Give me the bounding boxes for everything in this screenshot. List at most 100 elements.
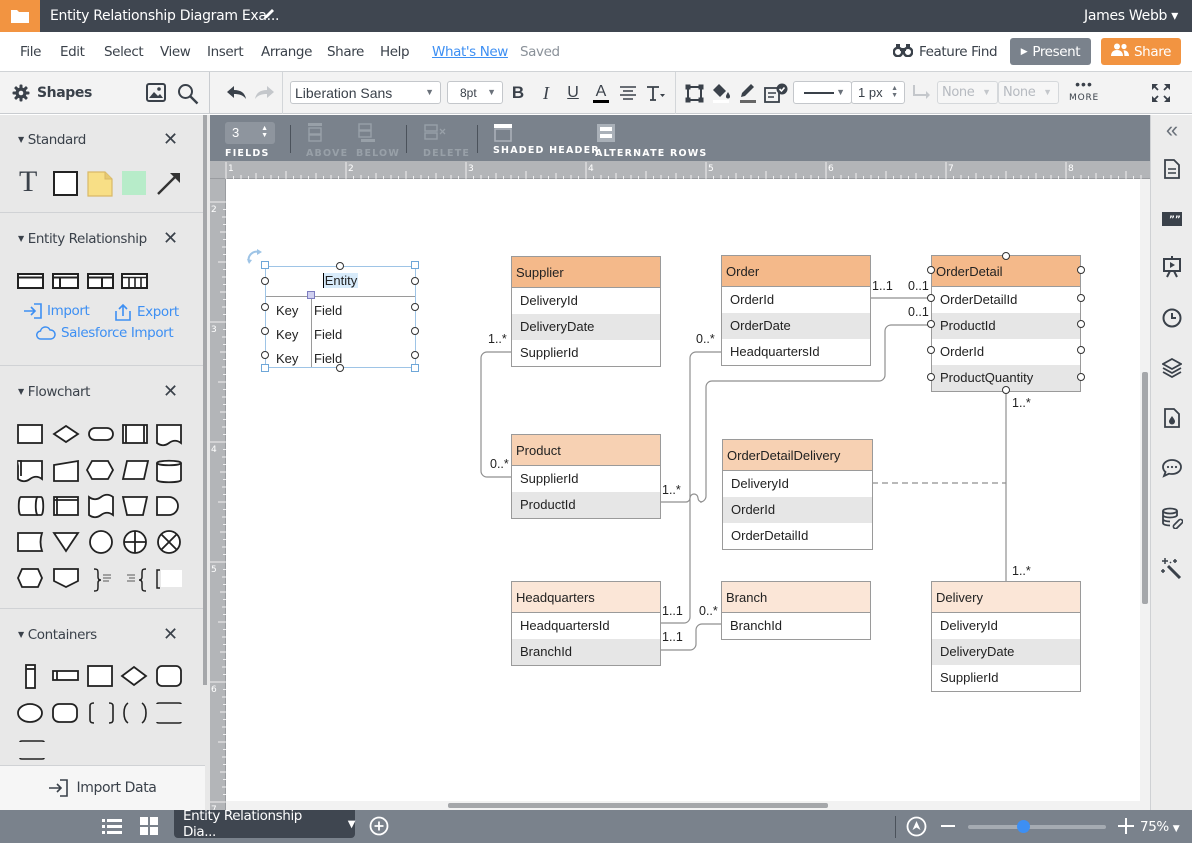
rename-pencil-icon[interactable] <box>262 7 276 24</box>
line-width-stepper[interactable]: 1 px ▲ ▼ <box>851 81 905 104</box>
page-tab[interactable]: Entity Relationship Dia... ▼ <box>174 808 355 840</box>
menu-edit[interactable]: Edit <box>60 44 85 60</box>
section-standard-title[interactable]: ▼ Standard <box>18 132 86 148</box>
close-icon[interactable]: ✕ <box>163 129 178 150</box>
entity-header[interactable]: OrderDetailDelivery <box>723 440 872 471</box>
end-arrow-select[interactable]: None ▼ <box>998 81 1059 104</box>
entity-header[interactable]: Branch <box>722 582 870 613</box>
delete-label[interactable]: DELETE <box>423 148 470 159</box>
field-cell[interactable]: Field <box>314 323 342 347</box>
close-icon[interactable]: ✕ <box>163 228 178 249</box>
entity-header[interactable]: Product <box>512 435 660 466</box>
entity-field[interactable]: DeliveryDate <box>932 639 1080 665</box>
menu-arrange[interactable]: Arrange <box>261 44 312 60</box>
column-resize-handle[interactable] <box>307 291 315 299</box>
line-style-select[interactable]: ▼ <box>793 81 852 104</box>
connection-point[interactable] <box>1077 294 1085 302</box>
underline-icon[interactable]: U <box>563 82 583 104</box>
er-entity-3col-icon[interactable] <box>87 273 114 294</box>
above-label[interactable]: ABOVE <box>306 148 348 159</box>
page-list-icon[interactable] <box>102 818 122 840</box>
key-cell[interactable]: Key <box>276 299 298 323</box>
connector-style-icon[interactable] <box>910 82 932 104</box>
connection-point[interactable] <box>927 294 935 302</box>
comments-icon[interactable] <box>1161 457 1183 479</box>
text-shape-icon[interactable]: T <box>19 167 37 197</box>
flowchart-shapes-grid[interactable] <box>14 420 189 595</box>
delete-field-icon[interactable] <box>422 123 448 148</box>
text-color-icon[interactable]: A <box>591 82 611 104</box>
add-field-above-icon[interactable] <box>306 123 328 148</box>
container-shapes-grid[interactable] <box>14 663 189 763</box>
entity-field[interactable]: DeliveryId <box>723 471 872 497</box>
connection-point[interactable] <box>927 266 935 274</box>
quote-icon[interactable]: ”” <box>1161 208 1183 230</box>
entity-field[interactable]: ProductId <box>512 492 660 518</box>
entity-field[interactable]: HeadquartersId <box>512 613 660 639</box>
connection-point[interactable] <box>261 351 269 359</box>
folder-icon[interactable] <box>0 0 40 32</box>
text-options-icon[interactable] <box>645 82 667 104</box>
connection-point[interactable] <box>411 351 419 359</box>
resize-handle[interactable] <box>411 261 419 269</box>
stepper-arrows-icon[interactable]: ▲ ▼ <box>261 125 268 139</box>
shape-border-icon[interactable] <box>683 82 705 104</box>
connection-point[interactable] <box>411 327 419 335</box>
menu-select[interactable]: Select <box>104 44 144 60</box>
entity-product[interactable]: Product SupplierId ProductId <box>511 434 661 519</box>
diagram-canvas[interactable]: Entity Key Key Key Field Field Field Sup… <box>226 179 1140 801</box>
zoom-slider-thumb[interactable] <box>1016 820 1030 833</box>
connection-point[interactable] <box>927 346 935 354</box>
entity-orderdetaildelivery[interactable]: OrderDetailDelivery DeliveryId OrderId O… <box>722 439 873 550</box>
zoom-out-icon[interactable] <box>941 825 955 827</box>
fullscreen-icon[interactable] <box>1150 82 1172 104</box>
er-entity-1col-icon[interactable] <box>17 273 44 294</box>
menu-insert[interactable]: Insert <box>207 44 244 60</box>
er-import-link[interactable]: Import <box>24 303 90 319</box>
connection-point[interactable] <box>261 303 269 311</box>
page-grid-icon[interactable] <box>140 817 159 841</box>
entity-field[interactable]: OrderDate <box>722 313 870 339</box>
connection-point[interactable] <box>1077 266 1085 274</box>
menu-view[interactable]: View <box>160 44 191 60</box>
salesforce-import-link[interactable]: Salesforce Import <box>36 325 174 341</box>
bold-icon[interactable]: B <box>508 82 528 104</box>
italic-icon[interactable]: I <box>536 82 556 104</box>
font-size-select[interactable]: 8pt ▼ <box>447 81 503 104</box>
arrow-shape-icon[interactable] <box>156 170 182 201</box>
entity-field[interactable]: DeliveryId <box>932 613 1080 639</box>
entity-header[interactable]: Headquarters <box>512 582 660 613</box>
connection-point[interactable] <box>411 277 419 285</box>
image-icon[interactable] <box>146 83 166 107</box>
zoom-slider-track[interactable] <box>968 825 1106 829</box>
feature-find-button[interactable]: Feature Find <box>892 43 998 61</box>
connection-point[interactable] <box>1002 386 1010 394</box>
present-button[interactable]: ▶ Present <box>1010 38 1091 65</box>
font-family-select[interactable]: Liberation Sans ▼ <box>290 81 441 104</box>
connection-point[interactable] <box>1077 320 1085 328</box>
data-link-icon[interactable] <box>1161 507 1183 529</box>
entity-orderdetail[interactable]: OrderDetail OrderDetailId ProductId Orde… <box>931 255 1081 392</box>
collapse-panel-icon[interactable]: « <box>1161 117 1183 142</box>
entity-field[interactable]: HeadquartersId <box>722 339 870 365</box>
add-field-below-icon[interactable] <box>356 123 378 148</box>
connection-point[interactable] <box>1077 373 1085 381</box>
horizontal-scrollbar[interactable] <box>448 803 828 808</box>
page-settings-icon[interactable] <box>1161 158 1183 180</box>
zoom-level[interactable]: 75% ▼ <box>1140 819 1180 835</box>
theme-drop-icon[interactable] <box>1161 407 1183 429</box>
history-clock-icon[interactable] <box>1161 307 1183 329</box>
entity-header[interactable]: OrderDetail <box>932 256 1080 287</box>
close-icon[interactable]: ✕ <box>163 381 178 402</box>
gear-icon[interactable] <box>12 84 30 107</box>
menu-file[interactable]: File <box>20 44 41 60</box>
section-containers-title[interactable]: ▼ Containers <box>18 627 97 643</box>
import-data-button[interactable]: Import Data <box>0 765 205 810</box>
er-entity-4col-icon[interactable] <box>121 273 148 294</box>
field-cell[interactable]: Field <box>314 299 342 323</box>
start-arrow-select[interactable]: None ▼ <box>937 81 998 104</box>
magic-wand-icon[interactable] <box>1161 557 1183 579</box>
undo-icon[interactable] <box>226 82 248 104</box>
key-cell[interactable]: Key <box>276 347 298 371</box>
connection-point[interactable] <box>1002 252 1010 260</box>
